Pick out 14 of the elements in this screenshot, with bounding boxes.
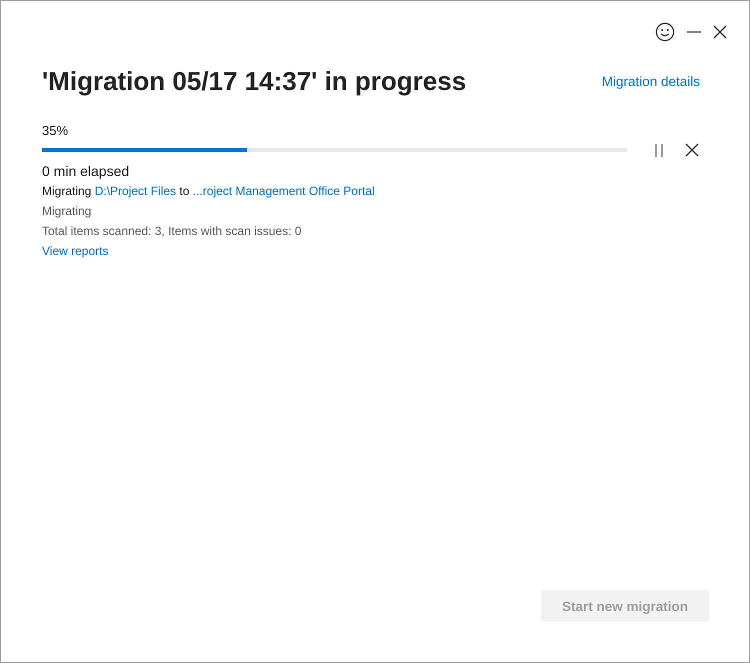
feedback-smiley-icon[interactable]	[655, 22, 675, 42]
source-path-link[interactable]: D:\Project Files	[94, 184, 176, 198]
cancel-icon[interactable]	[685, 143, 699, 157]
pause-icon[interactable]	[655, 144, 663, 156]
migration-status: Migrating	[42, 203, 92, 220]
elapsed-time: 0 min elapsed	[42, 162, 130, 181]
migration-title: 'Migration 05/17 14:37' in progress	[42, 65, 466, 97]
progress-percent: 35%	[42, 122, 70, 140]
view-reports-link[interactable]: View reports	[42, 244, 108, 258]
migration-details-link[interactable]: Migration details	[602, 74, 700, 88]
scan-summary: Total items scanned: 3, Items with scan issues: 0	[42, 223, 302, 240]
destination-link[interactable]: ...roject Management Office Portal	[192, 184, 375, 198]
migration-route-text: Migrating D:\Project Files to ...roject Management Office Portal	[42, 183, 376, 200]
close-icon[interactable]	[713, 25, 727, 39]
